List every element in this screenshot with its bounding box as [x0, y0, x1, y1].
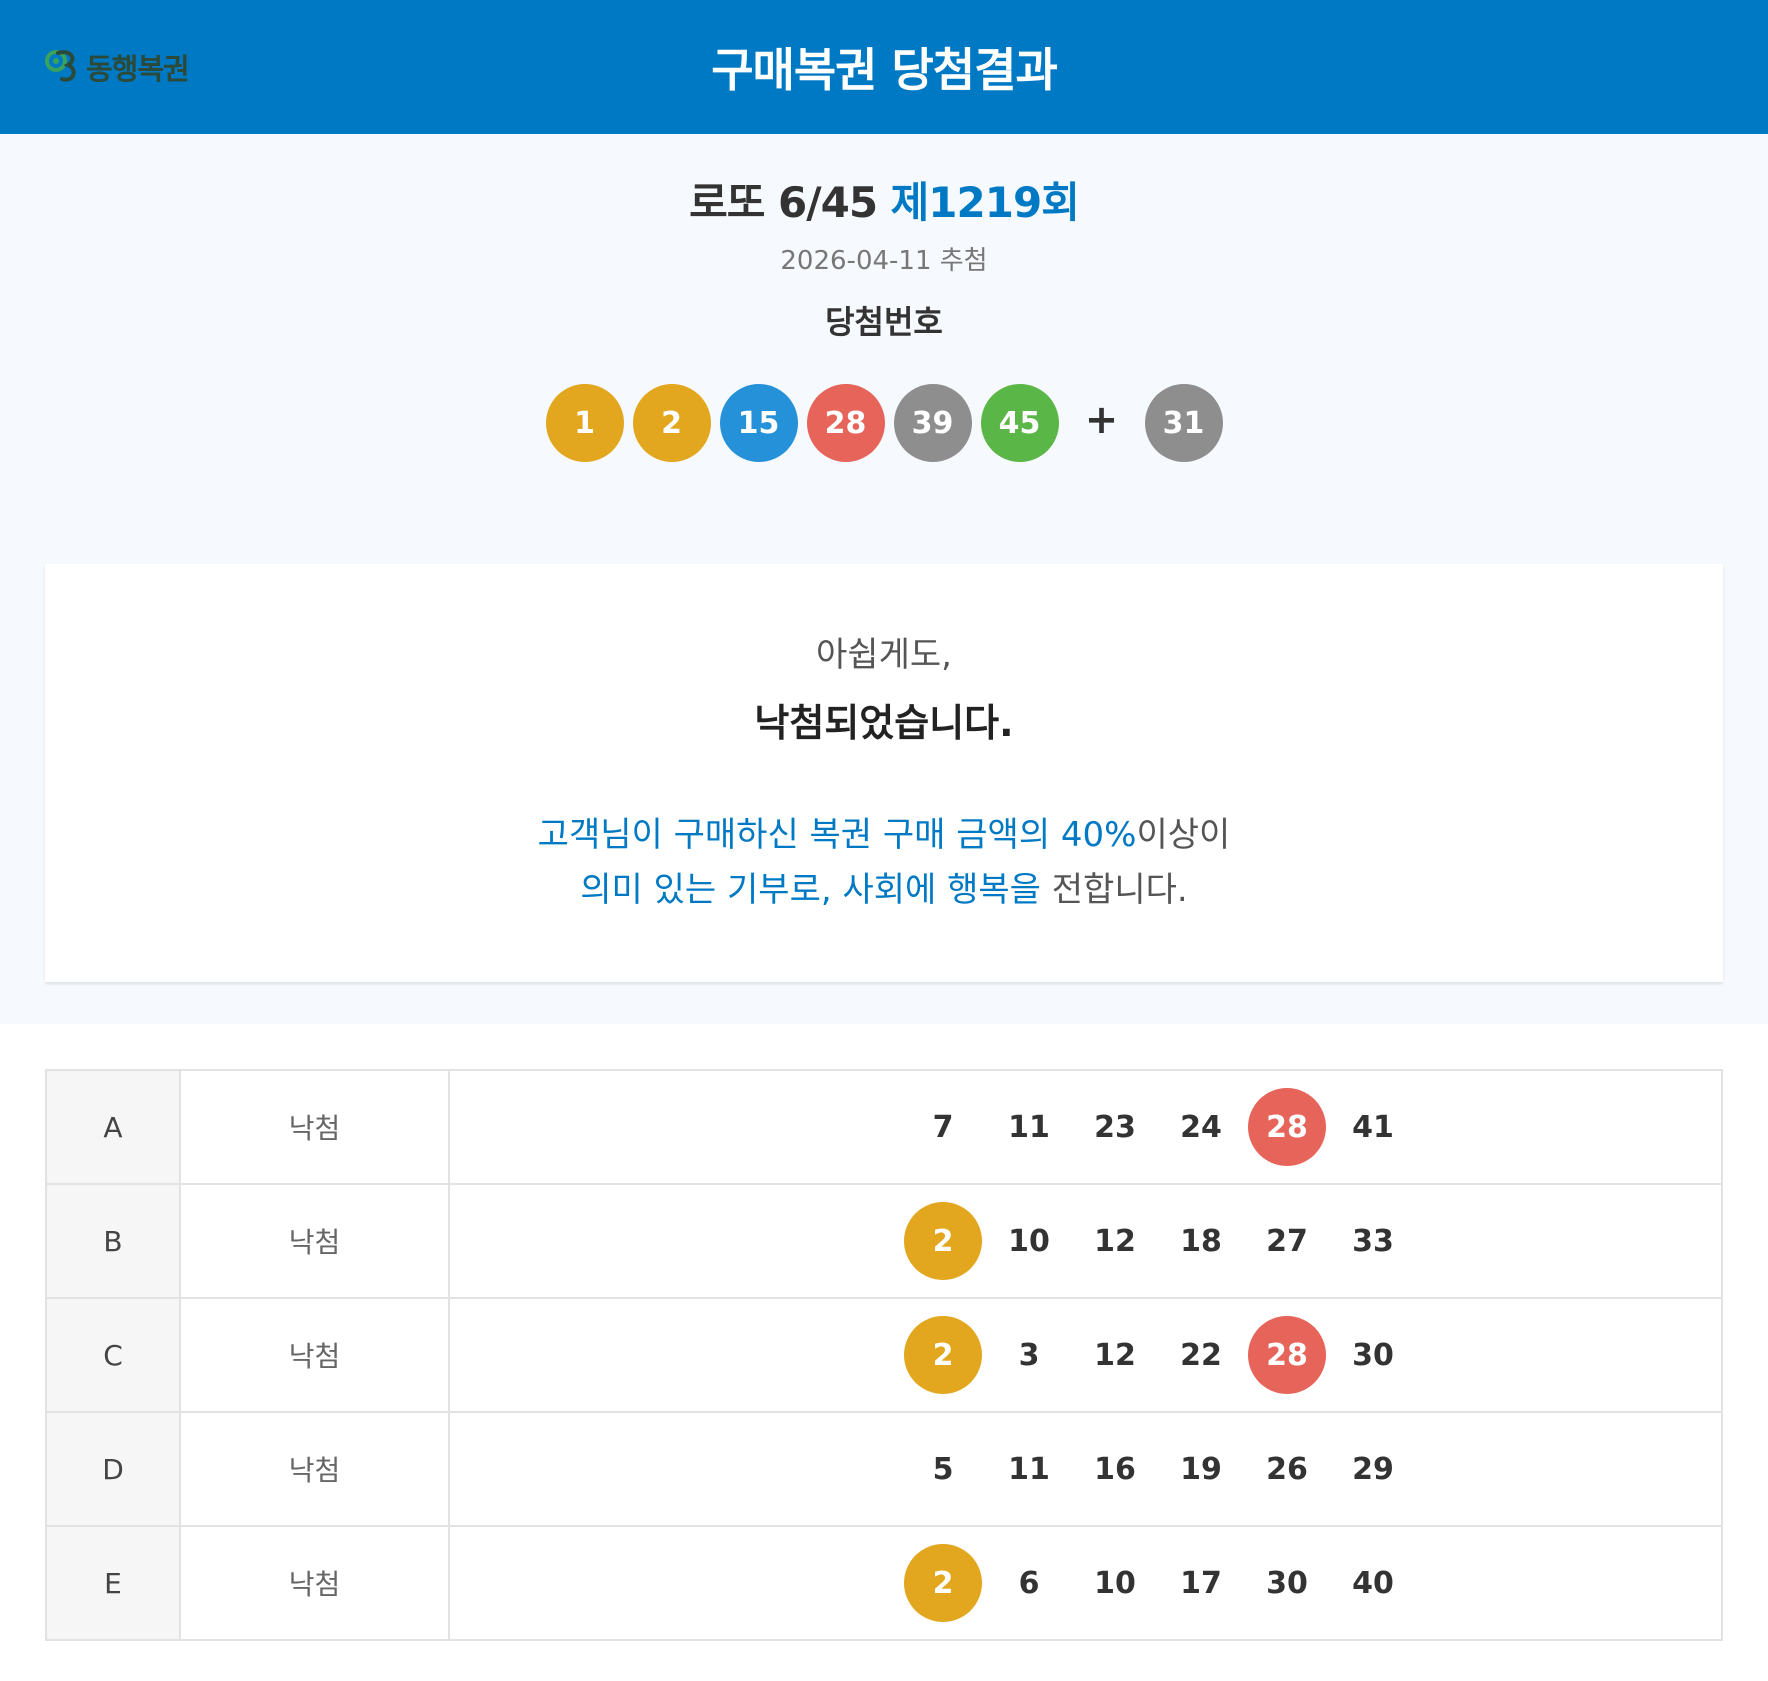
bonus-ball: 31	[1144, 384, 1223, 462]
game-number-list: 7 11 23 24 28 41	[451, 1088, 1720, 1166]
game-numbers: 2 10 12 18 27 33	[448, 1183, 1723, 1299]
result-message-card: 아쉽게도, 낙첨되었습니다. 고객님이 구매하신 복권 구매 금액의 40%이상…	[45, 564, 1723, 982]
matched-number-ball: 2	[904, 1544, 982, 1622]
game-numbers: 7 11 23 24 28 41	[448, 1069, 1723, 1185]
game-id: B	[45, 1183, 181, 1299]
game-number: 40	[1352, 1565, 1394, 1601]
game-id: C	[45, 1297, 181, 1413]
game-row: E 낙첨 2 6 10 17 30 40	[45, 1525, 1723, 1641]
game-row: A 낙첨 7 11 23 24 28 41	[45, 1069, 1723, 1185]
game-number: 18	[1180, 1223, 1222, 1259]
game-number-list: 2 10 12 18 27 33	[451, 1202, 1720, 1280]
sorry-text: 아쉽게도,	[816, 635, 952, 675]
logo-text: 동행복권	[86, 52, 190, 86]
page-title: 구매복권 당첨결과	[711, 43, 1058, 97]
game-number: 33	[1352, 1223, 1394, 1259]
game-number: 12	[1094, 1223, 1136, 1259]
winning-ball: 39	[893, 384, 972, 462]
game-number: 11	[1008, 1451, 1050, 1487]
game-number: 6	[1018, 1565, 1040, 1601]
game-number: 30	[1266, 1565, 1308, 1601]
game-number-list: 2 6 10 17 30 40	[451, 1544, 1720, 1622]
game-number-list: 5 11 16 19 26 29	[451, 1430, 1720, 1508]
game-number: 11	[1008, 1109, 1050, 1145]
donation-message: 고객님이 구매하신 복권 구매 금액의 40%이상이 의미 있는 기부로, 사회…	[45, 808, 1723, 918]
game-status: 낙첨	[179, 1525, 450, 1641]
game-number: 41	[1352, 1109, 1394, 1145]
lost-message: 낙첨되었습니다.	[754, 701, 1014, 745]
game-number-list: 2 3 12 22 28 30	[451, 1316, 1720, 1394]
game-row: D 낙첨 5 11 16 19 26 29	[45, 1411, 1723, 1527]
bonus-plus-sign: +	[1084, 397, 1119, 443]
winning-ball: 28	[806, 384, 885, 462]
game-id: E	[45, 1525, 181, 1641]
game-name: 로또 6/45	[689, 178, 878, 227]
matched-number-ball: 2	[904, 1202, 982, 1280]
donation-line-1-highlight: 고객님이 구매하신 복권 구매 금액의 40%	[537, 815, 1137, 855]
game-number: 16	[1094, 1451, 1136, 1487]
game-row: C 낙첨 2 3 12 22 28 30	[45, 1297, 1723, 1413]
donation-line-2-highlight: 의미 있는 기부로, 사회에 행복을	[580, 870, 1041, 910]
purchased-games-table: A 낙첨 7 11 23 24 28 41 B 낙첨 2 10 12 18 27 33 C 낙첨 2 3 12 22 28 3…	[45, 1069, 1723, 1641]
game-number: 12	[1094, 1337, 1136, 1373]
draw-title: 로또 6/45 제1219회	[0, 174, 1768, 232]
draw-round: 제1219회	[890, 178, 1080, 227]
game-number: 27	[1266, 1223, 1308, 1259]
game-number: 7	[932, 1109, 954, 1145]
winning-numbers-label: 당첨번호	[825, 303, 943, 341]
game-id: A	[45, 1069, 181, 1185]
dhlottery-logo[interactable]: 동행복권	[44, 46, 190, 88]
winning-ball: 1	[545, 384, 624, 462]
draw-date: 2026-04-11 추첨	[780, 246, 988, 276]
winning-ball: 15	[719, 384, 798, 462]
game-row: B 낙첨 2 10 12 18 27 33	[45, 1183, 1723, 1299]
game-number: 5	[932, 1451, 954, 1487]
game-numbers: 2 3 12 22 28 30	[448, 1297, 1723, 1413]
draw-summary: 로또 6/45 제1219회 2026-04-11 추첨 당첨번호 1 2 15…	[0, 134, 1768, 1024]
matched-number-ball: 28	[1248, 1316, 1326, 1394]
donation-line-1-rest: 이상이	[1136, 815, 1231, 855]
game-number: 10	[1008, 1223, 1050, 1259]
winning-ball: 45	[980, 384, 1059, 462]
game-number: 23	[1094, 1109, 1136, 1145]
game-numbers: 2 6 10 17 30 40	[448, 1525, 1723, 1641]
clover-logo-icon	[45, 50, 76, 82]
winning-numbers: 1 2 15 28 39 45 + 31	[0, 384, 1768, 462]
game-number: 10	[1094, 1565, 1136, 1601]
donation-line-2-rest: 전합니다.	[1051, 870, 1188, 910]
game-number: 3	[1018, 1337, 1040, 1373]
game-status: 낙첨	[179, 1411, 450, 1527]
matched-number-ball: 2	[904, 1316, 982, 1394]
game-status: 낙첨	[179, 1183, 450, 1299]
matched-number-ball: 28	[1248, 1088, 1326, 1166]
winning-ball: 2	[632, 384, 711, 462]
game-number: 22	[1180, 1337, 1222, 1373]
donation-line-2: 의미 있는 기부로, 사회에 행복을 전합니다.	[45, 863, 1723, 918]
game-numbers: 5 11 16 19 26 29	[448, 1411, 1723, 1527]
game-number: 30	[1352, 1337, 1394, 1373]
game-number: 24	[1180, 1109, 1222, 1145]
game-id: D	[45, 1411, 181, 1527]
game-status: 낙첨	[179, 1069, 450, 1185]
game-number: 17	[1180, 1565, 1222, 1601]
donation-line-1: 고객님이 구매하신 복권 구매 금액의 40%이상이	[45, 808, 1723, 863]
game-number: 19	[1180, 1451, 1222, 1487]
page-header: 동행복권 구매복권 당첨결과	[0, 0, 1768, 134]
game-number: 29	[1352, 1451, 1394, 1487]
game-number: 26	[1266, 1451, 1308, 1487]
game-status: 낙첨	[179, 1297, 450, 1413]
